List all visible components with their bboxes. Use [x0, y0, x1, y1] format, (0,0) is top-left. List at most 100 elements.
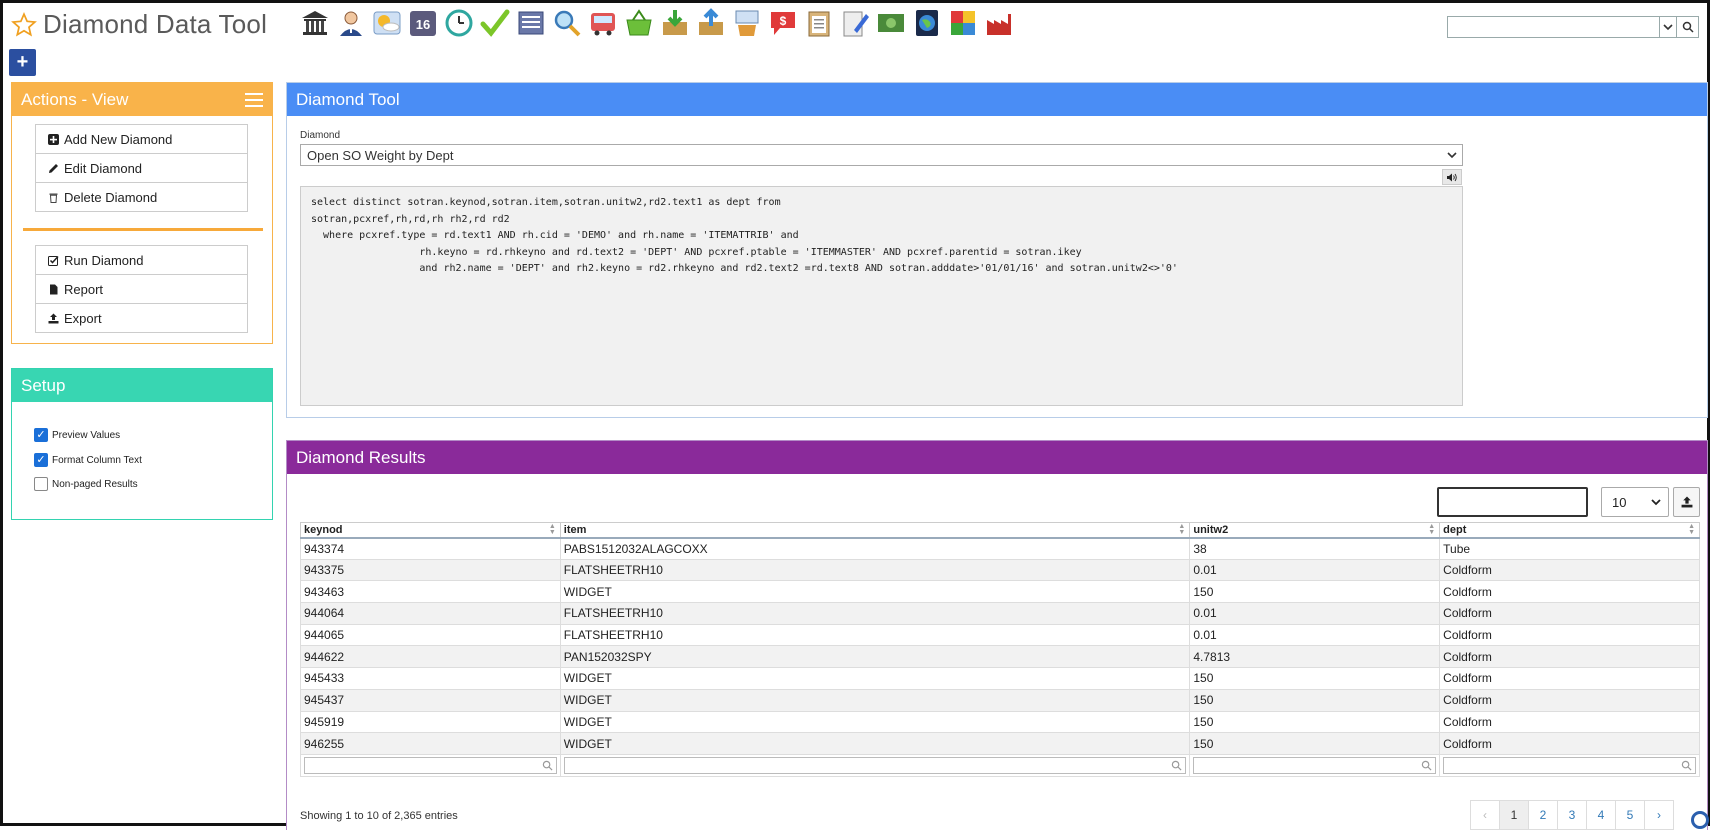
- cell-item: WIDGET: [559, 710, 1191, 734]
- weather-icon[interactable]: [371, 7, 403, 39]
- cell-keynod: 944064: [300, 602, 561, 625]
- toolbar: 16 $: [299, 7, 1015, 39]
- add-new-diamond-label: Add New Diamond: [64, 131, 173, 147]
- cell-item: FLATSHEETRH10: [559, 623, 1191, 647]
- cell-dept: Coldform: [1439, 667, 1700, 690]
- filter-input-item[interactable]: [563, 756, 1187, 774]
- tools-icon[interactable]: [731, 7, 763, 39]
- basket-icon[interactable]: [623, 7, 655, 39]
- refresh-arrows-icon[interactable]: [947, 7, 979, 39]
- column-header-item[interactable]: item ▲ ▼: [559, 522, 1191, 539]
- filter-cell-keynod: [300, 753, 561, 777]
- results-search-input[interactable]: [1437, 487, 1588, 517]
- diamond-select[interactable]: Open SO Weight by Dept: [300, 144, 1463, 166]
- magnifier-icon[interactable]: [551, 7, 583, 39]
- results-header-row: keynod ▲ ▼ item ▲ ▼ unitw2 ▲ ▼ dept ▲ ▼: [300, 522, 1700, 539]
- cell-keynod: 945433: [300, 667, 561, 690]
- diamond-results-panel: Diamond Results 10 keynod ▲ ▼ item ▲ ▼ unitw…: [286, 440, 1708, 830]
- global-search: [1447, 16, 1699, 38]
- svg-text:$: $: [780, 14, 787, 28]
- cell-dept: Coldform: [1439, 623, 1700, 647]
- table-row[interactable]: 943463 WIDGET 150 Coldform: [300, 580, 1700, 604]
- cell-unitw2: 0.01: [1189, 602, 1441, 625]
- plus-square-icon: [47, 133, 59, 145]
- table-row[interactable]: 945433 WIDGET 150 Coldform: [300, 667, 1700, 690]
- globe-icon[interactable]: [911, 7, 943, 39]
- cell-dept: Coldform: [1439, 710, 1700, 734]
- download-box-icon[interactable]: [659, 7, 691, 39]
- diamond-field-label: Diamond: [300, 130, 341, 141]
- export-label: Export: [64, 310, 102, 326]
- table-row[interactable]: 945437 WIDGET 150 Coldform: [300, 688, 1700, 712]
- filter-cell-item: [559, 753, 1191, 777]
- bus-icon[interactable]: [587, 7, 619, 39]
- table-row[interactable]: 943374 PABS1512032ALAGCOXX 38 Tube: [300, 537, 1700, 560]
- cell-unitw2: 150: [1189, 732, 1441, 755]
- speaker-icon[interactable]: [1442, 169, 1462, 185]
- delete-diamond-button[interactable]: Delete Diamond: [35, 182, 248, 212]
- sql-query-editor[interactable]: select distinct sotran.keynod,sotran.ite…: [300, 186, 1463, 406]
- add-button[interactable]: +: [9, 49, 36, 76]
- star-icon[interactable]: [11, 11, 37, 38]
- filter-input-keynod[interactable]: [304, 756, 557, 774]
- clock-icon[interactable]: [443, 7, 475, 39]
- svg-text:16: 16: [416, 17, 430, 32]
- hamburger-menu-icon[interactable]: [245, 92, 263, 107]
- report-button[interactable]: Report: [35, 274, 248, 304]
- add-new-diamond-button[interactable]: Add New Diamond: [35, 124, 248, 154]
- table-row[interactable]: 944622 PAN152032SPY 4.7813 Coldform: [300, 645, 1700, 669]
- speech-dollar-icon[interactable]: $: [767, 7, 799, 39]
- bank-icon[interactable]: [299, 7, 331, 39]
- table-row[interactable]: 944065 FLATSHEETRH10 0.01 Coldform: [300, 623, 1700, 647]
- upload-icon: [47, 312, 59, 324]
- help-badge-icon[interactable]: [1691, 811, 1709, 829]
- cell-unitw2: 38: [1189, 537, 1441, 560]
- report-label: Report: [64, 281, 104, 297]
- page-size-select[interactable]: 10: [1601, 487, 1669, 517]
- table-row[interactable]: 944064 FLATSHEETRH10 0.01 Coldform: [300, 602, 1700, 625]
- column-header-dept[interactable]: dept ▲ ▼: [1439, 522, 1700, 539]
- chevron-down-icon[interactable]: [1659, 16, 1677, 38]
- column-header-label: dept: [1443, 523, 1467, 536]
- document-list-icon[interactable]: [515, 7, 547, 39]
- user-icon[interactable]: [335, 7, 367, 39]
- export-button[interactable]: Export: [35, 303, 248, 333]
- diamond-tool-panel: Diamond Tool Diamond Open SO Weight by D…: [286, 82, 1708, 418]
- calendar-icon[interactable]: 16: [407, 7, 439, 39]
- preview-values-option: Preview Values: [34, 428, 120, 442]
- cell-dept: Coldform: [1439, 645, 1700, 669]
- sort-icon: ▲ ▼: [548, 523, 556, 536]
- diamond-tool-header: Diamond Tool: [287, 83, 1707, 116]
- upload-box-icon[interactable]: [695, 7, 727, 39]
- export-results-button[interactable]: [1673, 487, 1700, 517]
- table-row[interactable]: 943375 FLATSHEETRH10 0.01 Coldform: [300, 558, 1700, 582]
- notepad-pencil-icon[interactable]: [839, 7, 871, 39]
- global-search-input[interactable]: [1447, 16, 1659, 38]
- run-diamond-button[interactable]: Run Diamond: [35, 245, 248, 275]
- column-header-unitw2[interactable]: unitw2 ▲ ▼: [1189, 522, 1441, 539]
- filter-input-dept[interactable]: [1443, 756, 1696, 774]
- cell-item: WIDGET: [559, 732, 1191, 755]
- format-column-text-checkbox[interactable]: [34, 453, 48, 467]
- money-icon[interactable]: [875, 7, 907, 39]
- results-body: 943374 PABS1512032ALAGCOXX 38 Tube 943375 FL…: [300, 537, 1700, 777]
- preview-values-label: Preview Values: [52, 429, 121, 441]
- table-row[interactable]: 945919 WIDGET 150 Coldform: [300, 710, 1700, 734]
- file-icon: [47, 283, 59, 295]
- preview-values-checkbox[interactable]: [34, 428, 48, 442]
- setup-panel-header: Setup: [12, 369, 272, 402]
- checkmark-icon[interactable]: [479, 7, 511, 39]
- column-header-keynod[interactable]: keynod ▲ ▼: [300, 522, 561, 539]
- search-icon: [1421, 760, 1432, 771]
- filter-input-unitw2[interactable]: [1193, 756, 1437, 774]
- clipboard-icon[interactable]: [803, 7, 835, 39]
- cell-keynod: 943375: [300, 558, 561, 582]
- cell-item: PABS1512032ALAGCOXX: [559, 537, 1191, 560]
- search-icon[interactable]: [1677, 16, 1699, 38]
- pencil-icon: [47, 162, 59, 174]
- non-paged-results-checkbox[interactable]: [34, 477, 48, 491]
- table-row[interactable]: 946255 WIDGET 150 Coldform: [300, 732, 1700, 755]
- edit-diamond-button[interactable]: Edit Diamond: [35, 153, 248, 183]
- factory-icon[interactable]: [983, 7, 1015, 39]
- cell-unitw2: 0.01: [1189, 558, 1441, 582]
